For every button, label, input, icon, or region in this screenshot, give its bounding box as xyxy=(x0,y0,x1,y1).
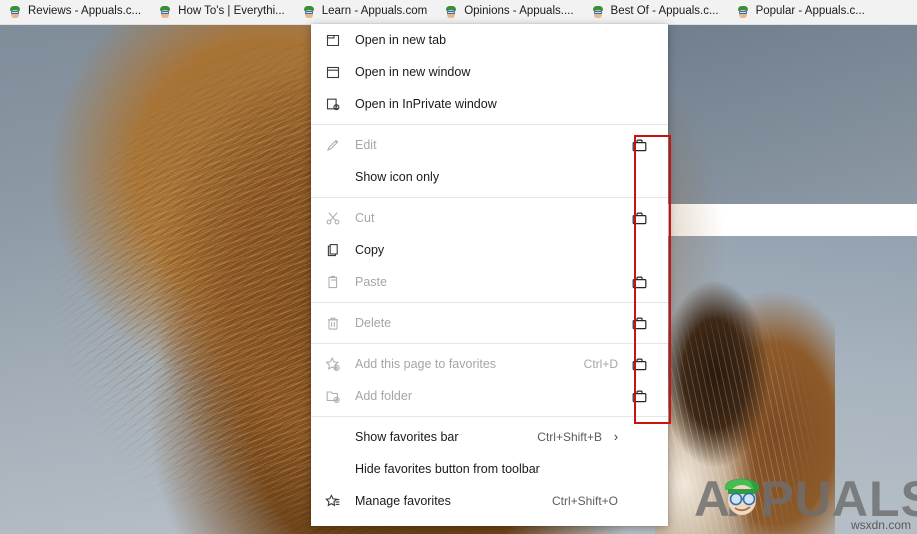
favorite-item-label: Learn - Appuals.com xyxy=(321,5,428,18)
favorite-item-label: Opinions - Appuals.... xyxy=(464,5,574,18)
menu-item-label: Manage favorites xyxy=(355,493,451,508)
appuals-favicon xyxy=(445,6,457,18)
menu-item[interactable]: Manage favorites Ctrl+Shift+O xyxy=(311,485,668,517)
menu-item-label: Delete xyxy=(355,315,392,330)
menu-item: Edit xyxy=(311,129,668,161)
menu-item-label: Open in new window xyxy=(355,64,471,79)
copy-icon xyxy=(311,242,355,258)
menu-item-label: Hide favorites button from toolbar xyxy=(355,461,540,476)
source-watermark: wsxdn.com xyxy=(850,518,911,532)
favorites-bar: Reviews - Appuals.c... How To's | Everyt… xyxy=(0,0,917,25)
menu-item[interactable]: Show icon only xyxy=(311,161,668,193)
work-profile-briefcase-icon xyxy=(624,210,654,227)
pencil-icon xyxy=(311,137,355,153)
work-profile-briefcase-icon xyxy=(624,388,654,405)
menu-item-label: Cut xyxy=(355,210,375,225)
menu-item[interactable]: Open in new window xyxy=(311,56,668,88)
favorite-item[interactable]: Popular - Appuals.c... xyxy=(728,1,874,23)
menu-item[interactable]: Hide favorites button from toolbar xyxy=(311,453,668,485)
menu-item: Delete xyxy=(311,307,668,339)
menu-item-label: Copy xyxy=(355,242,385,257)
appuals-favicon xyxy=(159,6,171,18)
favorite-item-label: How To's | Everythi... xyxy=(178,5,285,18)
menu-item: Paste xyxy=(311,266,668,298)
appuals-favicon xyxy=(592,6,604,18)
favorite-item[interactable]: Best Of - Appuals.c... xyxy=(583,1,728,23)
favorite-item[interactable]: Reviews - Appuals.c... xyxy=(0,1,150,23)
menu-separator xyxy=(311,302,668,303)
trash-icon xyxy=(311,315,355,331)
new-tab-icon xyxy=(311,32,355,48)
menu-item-label: Paste xyxy=(355,274,387,289)
favorite-item[interactable]: Opinions - Appuals.... xyxy=(436,1,582,23)
chevron-right-icon: › xyxy=(613,430,619,444)
menu-item: Add this page to favorites Ctrl+D xyxy=(311,348,668,380)
menu-item-label: Edit xyxy=(355,137,377,152)
work-profile-briefcase-icon xyxy=(624,356,654,373)
menu-item: Cut xyxy=(311,202,668,234)
menu-separator xyxy=(311,124,668,125)
appuals-favicon xyxy=(737,6,749,18)
work-profile-briefcase-icon xyxy=(624,137,654,154)
menu-separator xyxy=(311,197,668,198)
menu-item-label: Add this page to favorites xyxy=(355,356,497,371)
work-profile-briefcase-icon xyxy=(624,274,654,291)
new-window-icon xyxy=(311,64,355,80)
menu-item-shortcut: Ctrl+Shift+O xyxy=(551,494,618,508)
appuals-favicon xyxy=(9,6,21,18)
menu-item-label: Add folder xyxy=(355,388,412,403)
menu-item-shortcut: Ctrl+Shift+B xyxy=(537,430,602,444)
inprivate-icon xyxy=(311,96,355,112)
appuals-favicon xyxy=(303,6,315,18)
folder-plus-icon xyxy=(311,388,355,404)
favorite-item[interactable]: How To's | Everythi... xyxy=(150,1,294,23)
menu-item-label: Show favorites bar xyxy=(355,429,459,444)
menu-item-shortcut: Ctrl+D xyxy=(583,357,618,371)
menu-item: Add folder xyxy=(311,380,668,412)
favorite-item[interactable]: Learn - Appuals.com xyxy=(294,1,436,23)
menu-item[interactable]: Copy xyxy=(311,234,668,266)
scissors-icon xyxy=(311,210,355,226)
paste-icon xyxy=(311,274,355,290)
favorite-item-label: Reviews - Appuals.c... xyxy=(28,5,142,18)
menu-item-label: Open in InPrivate window xyxy=(355,96,497,111)
work-profile-briefcase-icon xyxy=(624,315,654,332)
star-list-icon xyxy=(311,493,355,509)
menu-item-label: Open in new tab xyxy=(355,32,447,47)
menu-item[interactable]: Open in new tab xyxy=(311,24,668,56)
menu-separator xyxy=(311,416,668,417)
favorite-item-label: Popular - Appuals.c... xyxy=(755,5,865,18)
menu-item[interactable]: Open in InPrivate window xyxy=(311,88,668,120)
appuals-mascot-icon xyxy=(725,478,759,515)
favorites-context-menu: Open in new tab Open in new window Open … xyxy=(311,24,668,526)
menu-separator xyxy=(311,343,668,344)
menu-item-label: Show icon only xyxy=(355,169,440,184)
star-plus-icon xyxy=(311,356,355,372)
favorite-item-label: Best Of - Appuals.c... xyxy=(610,5,719,18)
menu-item[interactable]: Show favorites bar Ctrl+Shift+B › xyxy=(311,421,668,453)
